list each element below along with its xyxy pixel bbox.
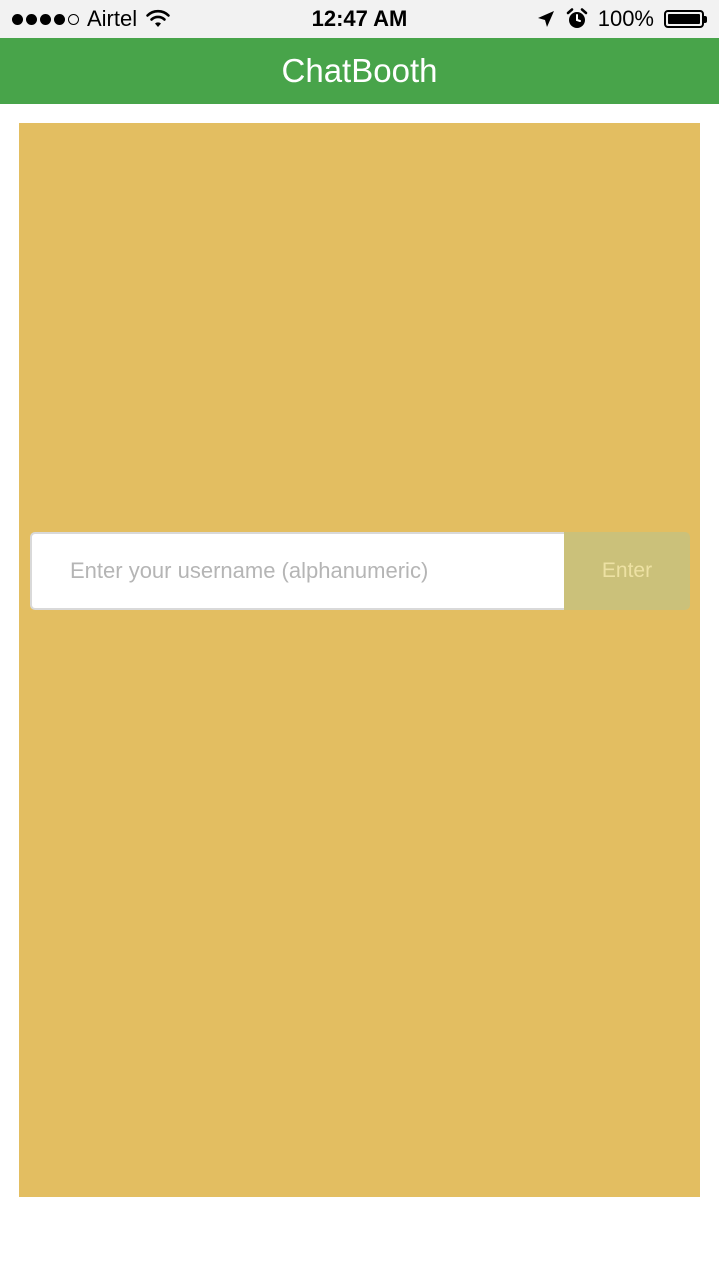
battery-percent: 100% — [597, 6, 654, 31]
status-right: 100% — [536, 6, 707, 32]
status-bar: Airtel 12:47 AM 100% — [0, 0, 719, 38]
location-arrow-icon — [537, 11, 554, 27]
enter-button[interactable]: Enter — [564, 532, 690, 610]
battery-level — [668, 14, 700, 24]
username-form: Enter — [30, 532, 690, 610]
battery-icon — [664, 10, 707, 28]
alarm-clock-icon — [566, 8, 587, 28]
app-header: ChatBooth — [0, 38, 719, 104]
app-title: ChatBooth — [281, 52, 438, 89]
battery-tip — [704, 15, 707, 23]
main-panel: Enter — [19, 123, 700, 1197]
username-input[interactable] — [30, 532, 564, 610]
battery-body — [664, 10, 704, 28]
